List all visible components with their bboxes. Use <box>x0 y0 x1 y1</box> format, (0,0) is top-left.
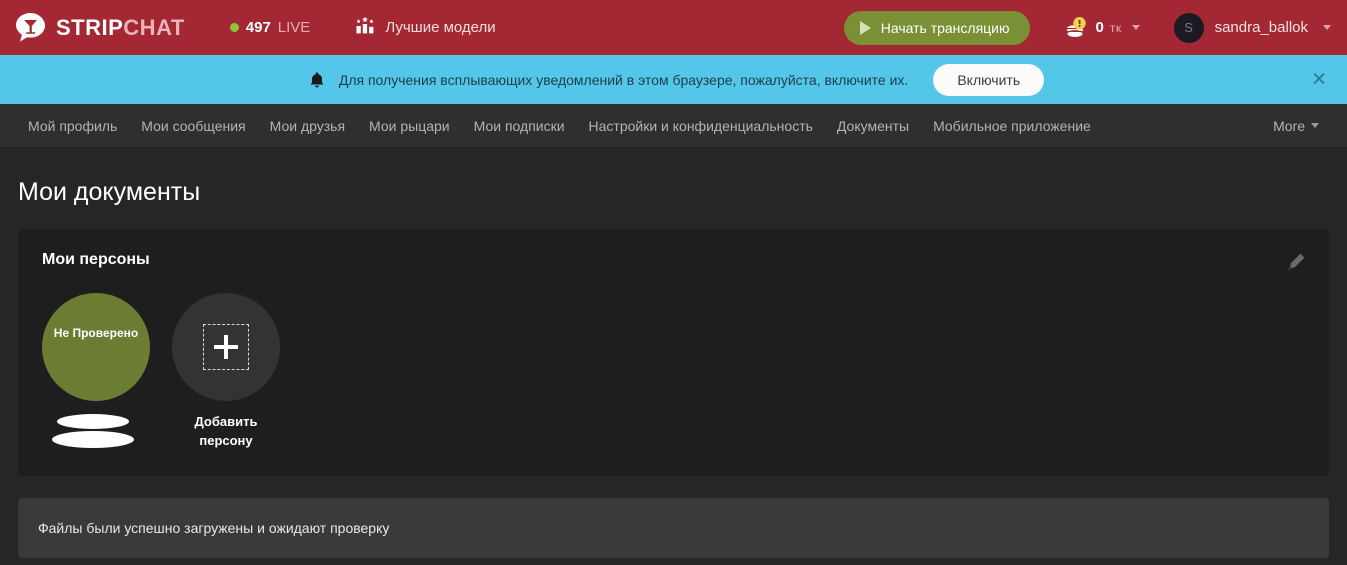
top-models-link[interactable]: Лучшие модели <box>355 16 496 39</box>
coins-alert-icon <box>1064 15 1090 41</box>
username-label: sandra_ballok <box>1214 19 1308 36</box>
token-balance[interactable]: 0 тк <box>1064 15 1140 41</box>
redaction-blob <box>57 414 129 429</box>
persona-list: Не Проверено Добавить персону <box>42 293 1305 452</box>
top-header: STRIPCHAT 497 LIVE Лучшие модели Начать … <box>0 0 1347 55</box>
play-icon <box>859 20 871 35</box>
personas-card: Мои персоны Не Проверено Добавить персон… <box>18 229 1329 476</box>
token-unit: тк <box>1109 20 1122 35</box>
user-menu[interactable]: S sandra_ballok <box>1173 12 1331 43</box>
header-right-group: Начать трансляцию 0 тк S sandra_ballok <box>843 10 1331 45</box>
avatar: S <box>1173 12 1204 43</box>
site-logo[interactable]: STRIPCHAT <box>14 11 185 44</box>
upload-status-message: Файлы были успешно загружены и ожидают п… <box>18 498 1329 558</box>
persona-avatar: Не Проверено <box>42 293 150 401</box>
podium-stars-icon <box>355 16 375 39</box>
sub-navigation: Мой профиль Мои сообщения Мои друзья Мои… <box>0 104 1347 148</box>
add-persona-button[interactable]: Добавить персону <box>172 293 280 450</box>
logo-word-strip: STRIP <box>56 14 124 40</box>
stripchat-logo-icon <box>14 11 47 44</box>
chevron-down-icon <box>1323 25 1331 30</box>
more-label: More <box>1273 117 1305 134</box>
sidebar-item-my-subscriptions[interactable]: Мои подписки <box>462 104 577 148</box>
notification-content: Для получения всплывающих уведомлений в … <box>303 63 1045 96</box>
live-count: 497 <box>245 19 271 36</box>
notification-bar: Для получения всплывающих уведомлений в … <box>0 55 1347 104</box>
sidebar-item-my-profile[interactable]: Мой профиль <box>16 104 129 148</box>
sidebar-item-mobile-app[interactable]: Мобильное приложение <box>921 104 1103 148</box>
close-icon[interactable]: ✕ <box>1311 70 1327 89</box>
notification-text: Для получения всплывающих уведомлений в … <box>338 71 909 88</box>
chevron-down-icon <box>1311 123 1319 128</box>
live-status-dot <box>229 23 239 32</box>
start-broadcast-label: Начать трансляцию <box>880 19 1010 36</box>
sidebar-item-settings-privacy[interactable]: Настройки и конфиденциальность <box>577 104 825 148</box>
personas-card-title: Мои персоны <box>42 251 150 268</box>
live-counter[interactable]: 497 LIVE <box>229 19 311 36</box>
sidebar-item-my-messages[interactable]: Мои сообщения <box>129 104 257 148</box>
top-models-label: Лучшие модели <box>385 19 496 36</box>
sidebar-item-more[interactable]: More <box>1261 104 1331 148</box>
logo-wordmark: STRIPCHAT <box>56 15 185 41</box>
enable-notifications-button[interactable]: Включить <box>933 63 1045 96</box>
status-badge: Не Проверено <box>53 326 139 340</box>
start-broadcast-button[interactable]: Начать трансляцию <box>843 10 1030 45</box>
persona-name-redacted <box>46 412 146 452</box>
token-count: 0 <box>1095 19 1104 36</box>
page-body: Мои документы Мои персоны Не Проверено Д… <box>0 148 1347 558</box>
persona-unverified[interactable]: Не Проверено <box>42 293 150 452</box>
sidebar-item-my-knights[interactable]: Мои рыцари <box>357 104 462 148</box>
redaction-blob <box>52 431 134 448</box>
pencil-edit-icon[interactable] <box>1285 251 1307 273</box>
plus-icon <box>203 324 249 370</box>
chevron-down-icon <box>1131 25 1140 30</box>
sidebar-item-documents[interactable]: Документы <box>825 104 921 148</box>
logo-word-chat: CHAT <box>123 14 185 40</box>
add-persona-label: Добавить персону <box>194 414 258 448</box>
bell-icon <box>309 71 325 89</box>
page-title: Мои документы <box>18 178 201 206</box>
sidebar-item-my-friends[interactable]: Мои друзья <box>258 104 357 148</box>
live-label: LIVE <box>277 19 311 36</box>
add-persona-circle <box>172 293 280 401</box>
